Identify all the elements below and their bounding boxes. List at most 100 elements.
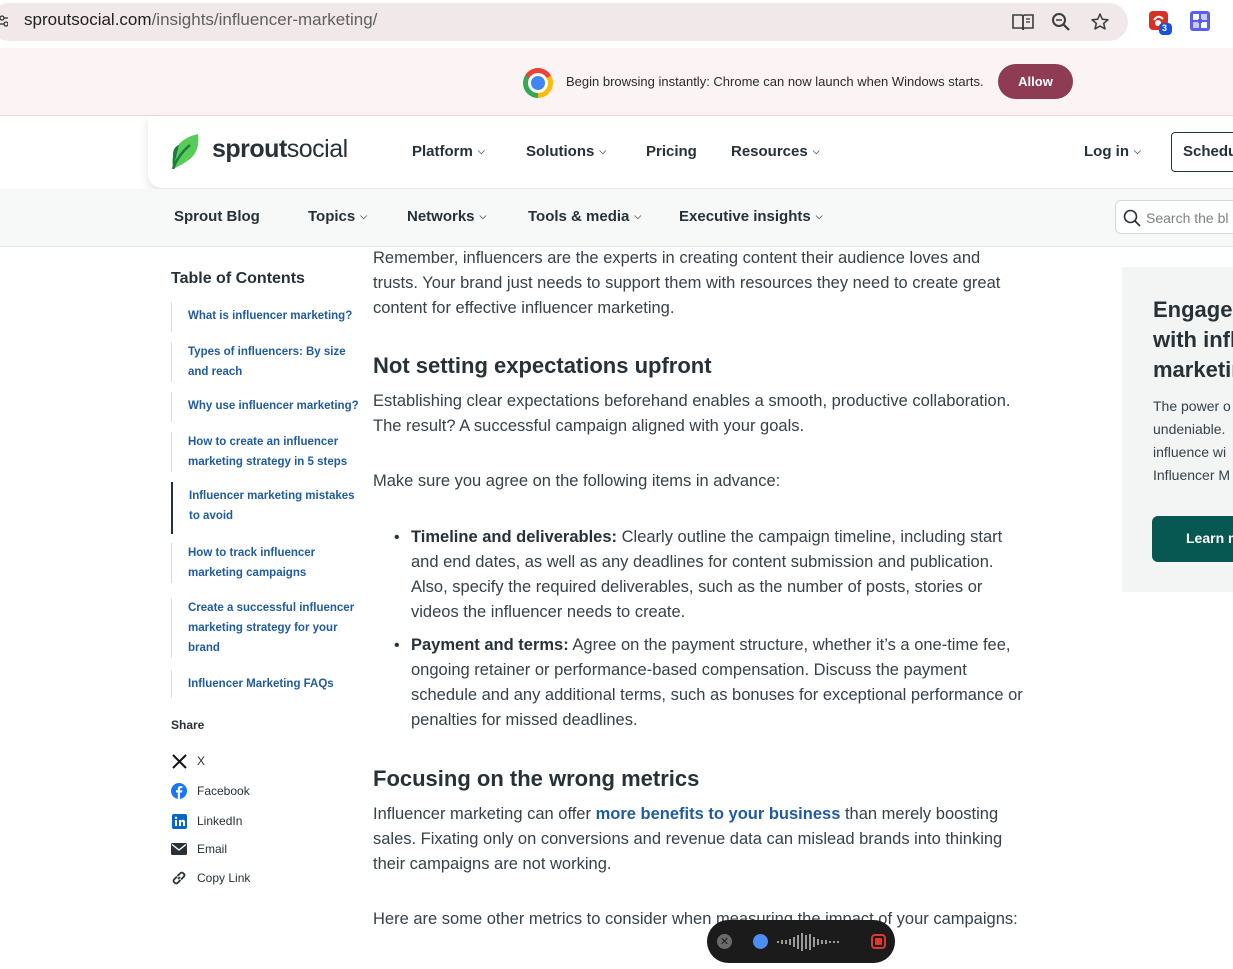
facebook-icon xyxy=(171,783,187,799)
nav-solutions-label: Solutions xyxy=(526,143,595,160)
share-title: Share xyxy=(171,718,205,732)
article-paragraph: Establishing clear expectations beforeha… xyxy=(373,392,1011,435)
search-input[interactable] xyxy=(1146,207,1233,229)
list-item-title: Payment and terms: xyxy=(411,636,569,654)
toc-item-label: Influencer marketing mistakes to avoid xyxy=(189,490,355,522)
section-heading: Not setting expectations upfront xyxy=(373,353,712,378)
subnav-topics[interactable]: Topics ⌵ xyxy=(308,208,367,225)
share-label: Copy Link xyxy=(197,871,251,885)
promo-text-line: influence wi xyxy=(1153,444,1227,460)
promo-card: Engage with infl marketin The power o un… xyxy=(1122,267,1233,592)
toc-title: Table of Contents xyxy=(171,270,305,287)
toc-item[interactable]: How to create an influencer marketing st… xyxy=(171,432,361,472)
sprout-logo-icon[interactable] xyxy=(170,133,200,170)
linkedin-icon xyxy=(171,813,187,829)
benefits-link[interactable]: more benefits to your business xyxy=(596,805,841,823)
x-icon xyxy=(171,753,187,769)
nav-platform-label: Platform xyxy=(412,143,473,160)
recording-toolbar: ✕ xyxy=(707,920,895,963)
share-label: Email xyxy=(197,842,228,856)
list-item: Payment and terms: Agree on the payment … xyxy=(394,633,1023,733)
bookmark-star-icon[interactable] xyxy=(1087,9,1113,35)
promo-text-line: The power o xyxy=(1153,398,1231,414)
stop-recording-icon[interactable] xyxy=(871,934,886,949)
extension-badge: 3 xyxy=(1162,23,1168,33)
subnav-label: Executive insights xyxy=(679,208,811,225)
share-facebook-link[interactable]: Facebook xyxy=(171,781,250,801)
chevron-down-icon: ⌵ xyxy=(1134,146,1141,156)
nav-platform[interactable]: Platform ⌵ xyxy=(412,143,485,160)
toc-item-label: Types of influencers: By size and reach xyxy=(188,346,346,378)
subnav-tools-media[interactable]: Tools & media ⌵ xyxy=(528,208,641,225)
chevron-down-icon: ⌵ xyxy=(815,211,823,221)
learn-more-button[interactable]: Learn m xyxy=(1152,516,1233,562)
puzzle-extension-icon[interactable] xyxy=(1189,10,1213,34)
toc-item[interactable]: Influencer Marketing FAQs xyxy=(171,670,361,698)
reading-mode-icon[interactable] xyxy=(1010,9,1036,35)
toc-item[interactable]: What is influencer marketing? xyxy=(171,302,361,332)
share-label: LinkedIn xyxy=(197,814,243,828)
share-email-link[interactable]: Email xyxy=(171,839,227,859)
toc-item-active[interactable]: Influencer marketing mistakes to avoid xyxy=(171,482,361,534)
link-icon xyxy=(171,870,187,886)
article-paragraph: Here are some other metrics to consider … xyxy=(373,910,1018,928)
chevron-down-icon: ⌵ xyxy=(599,146,607,156)
subnav-label: Topics xyxy=(308,208,356,225)
sprout-logo-text[interactable]: sproutsocial xyxy=(212,135,348,164)
article-paragraph: Make sure you agree on the following ite… xyxy=(373,472,781,490)
article-paragraph: Influencer marketing can offer more bene… xyxy=(373,802,1023,877)
share-linkedin-link[interactable]: LinkedIn xyxy=(171,811,242,831)
chrome-infobar: Begin browsing instantly: Chrome can now… xyxy=(0,48,1233,116)
site-header: sproutsocial Platform ⌵ Solutions ⌵ Pricin… xyxy=(148,116,1233,188)
site-info-icon[interactable] xyxy=(0,13,8,29)
promo-title: Engage with infl marketin xyxy=(1153,295,1233,385)
login-link[interactable]: Log in ⌵ xyxy=(1084,143,1141,160)
chevron-down-icon: ⌵ xyxy=(479,211,487,221)
nav-resources[interactable]: Resources ⌵ xyxy=(731,143,820,160)
toc-item[interactable]: Create a successful influencer marketing… xyxy=(171,598,361,658)
close-icon[interactable]: ✕ xyxy=(717,934,732,949)
section-heading: Focusing on the wrong metrics xyxy=(373,766,700,791)
subnav-networks[interactable]: Networks ⌵ xyxy=(407,208,486,225)
login-label: Log in xyxy=(1084,143,1129,160)
article-paragraph: Remember, influencers are the experts in… xyxy=(373,249,1001,317)
nav-pricing[interactable]: Pricing xyxy=(646,143,697,160)
email-icon xyxy=(171,841,187,857)
toc-item-label: What is influencer marketing? xyxy=(188,310,353,322)
allow-button[interactable]: Allow xyxy=(998,64,1073,99)
subnav-sprout-blog[interactable]: Sprout Blog xyxy=(174,208,260,225)
nav-resources-label: Resources xyxy=(731,143,808,160)
logo-bold-text: sprout xyxy=(212,135,287,163)
share-x-link[interactable]: X xyxy=(171,751,205,771)
subnav-executive-insights[interactable]: Executive insights ⌵ xyxy=(679,208,823,225)
extension-icon[interactable]: 3 xyxy=(1148,10,1172,35)
chevron-down-icon: ⌵ xyxy=(360,211,368,221)
nav-solutions[interactable]: Solutions ⌵ xyxy=(526,143,606,160)
browser-toolbar: sproutsocial.com/insights/influencer-mar… xyxy=(0,0,1233,46)
toc-item[interactable]: Why use influencer marketing? xyxy=(171,392,361,422)
paragraph-text: Influencer marketing can offer xyxy=(373,805,596,823)
toc-item-label: Why use influencer marketing? xyxy=(188,400,359,412)
zoom-icon[interactable] xyxy=(1048,9,1074,35)
recording-indicator-icon xyxy=(753,934,768,949)
toc-item[interactable]: How to track influencer marketing campai… xyxy=(171,543,361,583)
promo-title-line: Engage xyxy=(1153,297,1233,322)
chrome-logo-icon xyxy=(523,68,553,98)
list-item: Timeline and deliverables: Clearly outli… xyxy=(394,525,1023,625)
promo-text: The power o undeniable. influence wi Inf… xyxy=(1153,395,1233,487)
subnav-label: Networks xyxy=(407,208,475,225)
infobar-message: Begin browsing instantly: Chrome can now… xyxy=(566,74,984,89)
chevron-down-icon: ⌵ xyxy=(634,211,642,221)
audio-waveform-icon xyxy=(777,933,839,951)
url-text[interactable]: sproutsocial.com/insights/influencer-mar… xyxy=(24,10,377,30)
toc-item[interactable]: Types of influencers: By size and reach xyxy=(171,342,361,382)
chevron-down-icon: ⌵ xyxy=(477,146,485,156)
share-label: Facebook xyxy=(197,784,250,798)
blog-search[interactable] xyxy=(1115,200,1233,234)
logo-light-text: social xyxy=(286,135,348,163)
share-copy-link[interactable]: Copy Link xyxy=(171,868,250,888)
subnav-label: Tools & media xyxy=(528,208,630,225)
list-item-title: Timeline and deliverables: xyxy=(411,528,618,546)
subnav-label: Sprout Blog xyxy=(174,208,260,225)
schedule-demo-button[interactable]: Schedu xyxy=(1171,132,1233,172)
